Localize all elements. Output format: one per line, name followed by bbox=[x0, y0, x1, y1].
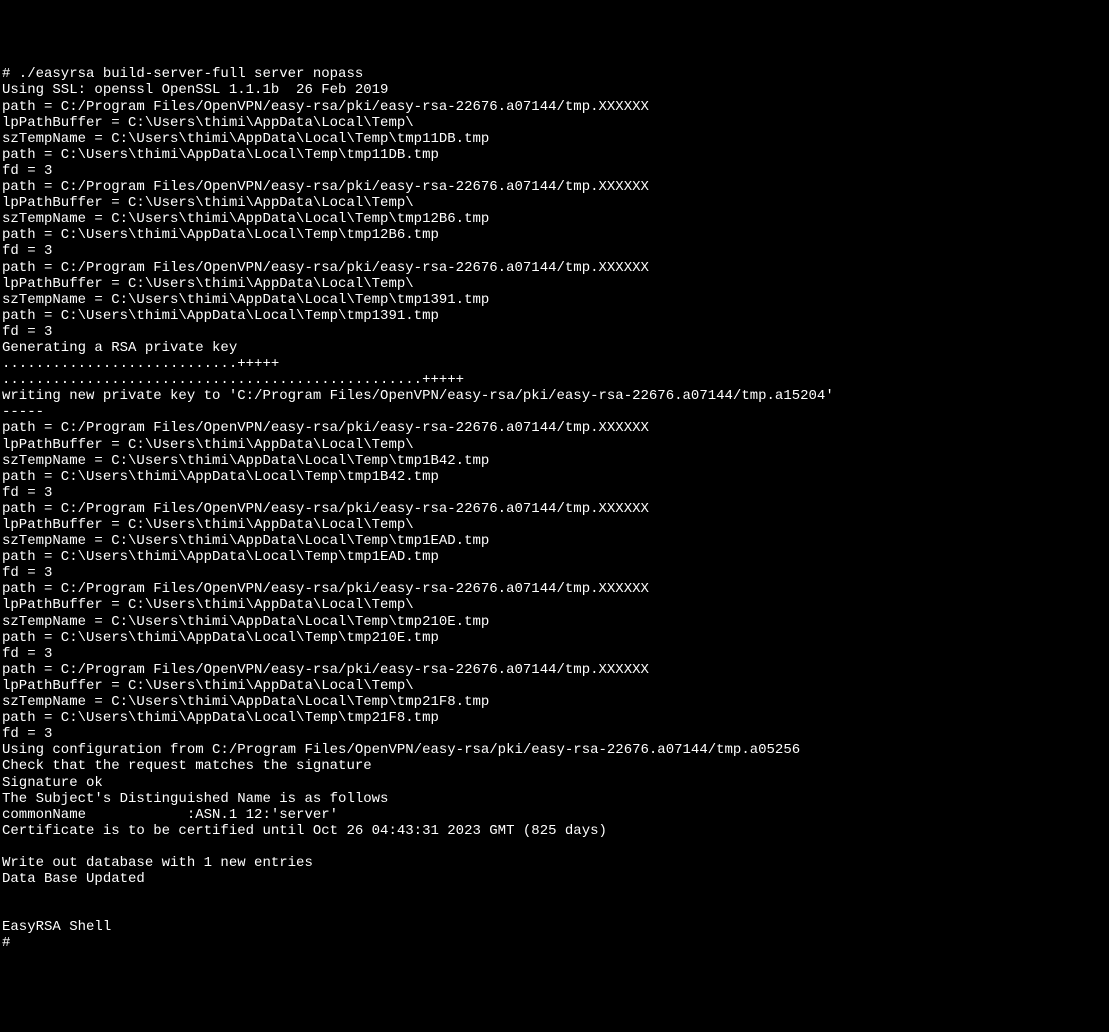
terminal-line bbox=[2, 903, 1109, 919]
terminal-line: Using configuration from C:/Program File… bbox=[2, 742, 1109, 758]
terminal-line: szTempName = C:\Users\thimi\AppData\Loca… bbox=[2, 453, 1109, 469]
terminal-line: fd = 3 bbox=[2, 646, 1109, 662]
terminal-line bbox=[2, 887, 1109, 903]
terminal-line: szTempName = C:\Users\thimi\AppData\Loca… bbox=[2, 131, 1109, 147]
terminal-line bbox=[2, 839, 1109, 855]
terminal-line: path = C:\Users\thimi\AppData\Local\Temp… bbox=[2, 227, 1109, 243]
terminal-line: lpPathBuffer = C:\Users\thimi\AppData\Lo… bbox=[2, 437, 1109, 453]
terminal-line: lpPathBuffer = C:\Users\thimi\AppData\Lo… bbox=[2, 597, 1109, 613]
terminal-line: path = C:/Program Files/OpenVPN/easy-rsa… bbox=[2, 420, 1109, 436]
terminal-line: Write out database with 1 new entries bbox=[2, 855, 1109, 871]
terminal-line: Data Base Updated bbox=[2, 871, 1109, 887]
terminal-line: path = C:/Program Files/OpenVPN/easy-rsa… bbox=[2, 501, 1109, 517]
terminal-line: path = C:/Program Files/OpenVPN/easy-rsa… bbox=[2, 581, 1109, 597]
terminal-line: path = C:/Program Files/OpenVPN/easy-rsa… bbox=[2, 99, 1109, 115]
terminal-line: path = C:/Program Files/OpenVPN/easy-rsa… bbox=[2, 662, 1109, 678]
terminal-line: szTempName = C:\Users\thimi\AppData\Loca… bbox=[2, 533, 1109, 549]
terminal-line: Generating a RSA private key bbox=[2, 340, 1109, 356]
terminal-line: # bbox=[2, 935, 1109, 951]
terminal-line: szTempName = C:\Users\thimi\AppData\Loca… bbox=[2, 211, 1109, 227]
terminal-line: Certificate is to be certified until Oct… bbox=[2, 823, 1109, 839]
terminal-line: lpPathBuffer = C:\Users\thimi\AppData\Lo… bbox=[2, 276, 1109, 292]
terminal-line: Using SSL: openssl OpenSSL 1.1.1b 26 Feb… bbox=[2, 82, 1109, 98]
terminal-line: path = C:\Users\thimi\AppData\Local\Temp… bbox=[2, 630, 1109, 646]
terminal-line: ............................+++++ bbox=[2, 356, 1109, 372]
terminal-line: lpPathBuffer = C:\Users\thimi\AppData\Lo… bbox=[2, 678, 1109, 694]
terminal-line: szTempName = C:\Users\thimi\AppData\Loca… bbox=[2, 694, 1109, 710]
terminal-line: ........................................… bbox=[2, 372, 1109, 388]
terminal-line: commonName :ASN.1 12:'server' bbox=[2, 807, 1109, 823]
terminal-line: path = C:/Program Files/OpenVPN/easy-rsa… bbox=[2, 260, 1109, 276]
terminal-line: EasyRSA Shell bbox=[2, 919, 1109, 935]
terminal-line: Signature ok bbox=[2, 775, 1109, 791]
terminal-line: fd = 3 bbox=[2, 163, 1109, 179]
terminal-line: path = C:\Users\thimi\AppData\Local\Temp… bbox=[2, 469, 1109, 485]
terminal-line: szTempName = C:\Users\thimi\AppData\Loca… bbox=[2, 614, 1109, 630]
terminal-line: fd = 3 bbox=[2, 726, 1109, 742]
terminal-line: path = C:/Program Files/OpenVPN/easy-rsa… bbox=[2, 179, 1109, 195]
terminal-line: path = C:\Users\thimi\AppData\Local\Temp… bbox=[2, 549, 1109, 565]
terminal-line: The Subject's Distinguished Name is as f… bbox=[2, 791, 1109, 807]
terminal-line: fd = 3 bbox=[2, 485, 1109, 501]
terminal-line: path = C:\Users\thimi\AppData\Local\Temp… bbox=[2, 147, 1109, 163]
terminal-line: Check that the request matches the signa… bbox=[2, 758, 1109, 774]
terminal-line: lpPathBuffer = C:\Users\thimi\AppData\Lo… bbox=[2, 115, 1109, 131]
terminal-line: fd = 3 bbox=[2, 324, 1109, 340]
terminal-line: path = C:\Users\thimi\AppData\Local\Temp… bbox=[2, 308, 1109, 324]
terminal-output[interactable]: # ./easyrsa build-server-full server nop… bbox=[2, 66, 1109, 951]
terminal-line: writing new private key to 'C:/Program F… bbox=[2, 388, 1109, 404]
terminal-line: fd = 3 bbox=[2, 565, 1109, 581]
terminal-line: szTempName = C:\Users\thimi\AppData\Loca… bbox=[2, 292, 1109, 308]
terminal-line: lpPathBuffer = C:\Users\thimi\AppData\Lo… bbox=[2, 195, 1109, 211]
terminal-line: # ./easyrsa build-server-full server nop… bbox=[2, 66, 1109, 82]
terminal-line: ----- bbox=[2, 404, 1109, 420]
terminal-line: path = C:\Users\thimi\AppData\Local\Temp… bbox=[2, 710, 1109, 726]
terminal-line: lpPathBuffer = C:\Users\thimi\AppData\Lo… bbox=[2, 517, 1109, 533]
terminal-line: fd = 3 bbox=[2, 243, 1109, 259]
